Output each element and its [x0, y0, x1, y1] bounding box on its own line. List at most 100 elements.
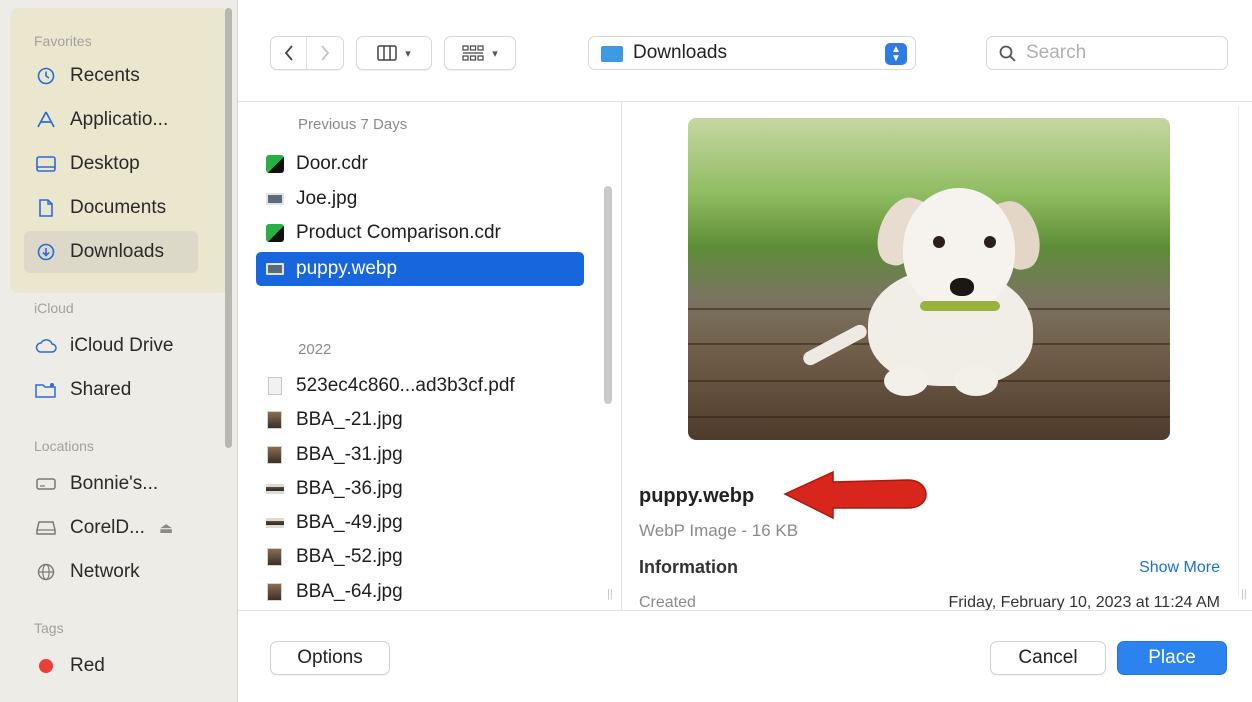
preview-filename: puppy.webp: [639, 485, 755, 507]
sidebar-item-computer[interactable]: Bonnie's...: [24, 463, 198, 505]
tags-heading: Tags: [34, 620, 64, 636]
sidebar-item-desktop[interactable]: Desktop: [24, 143, 198, 185]
file-name: Product Comparison.cdr: [296, 222, 501, 243]
up-down-chevron-icon: ▲ ▼: [885, 43, 907, 65]
file-item[interactable]: Door.cdr: [256, 148, 584, 180]
search-field[interactable]: [986, 36, 1228, 70]
sidebar-item-label: Bonnie's...: [70, 473, 159, 494]
sidebar-item-label: Recents: [70, 65, 140, 86]
clock-icon: [34, 67, 58, 85]
file-name: BBA_-64.jpg: [296, 581, 403, 602]
navigation-group: [270, 36, 344, 70]
sidebar-item-documents[interactable]: Documents: [24, 187, 198, 229]
file-name: puppy.webp: [296, 258, 398, 279]
sidebar-scrollbar[interactable]: [225, 8, 232, 448]
photo-thumbnail-icon: [267, 548, 282, 566]
file-name: BBA_-52.jpg: [296, 546, 403, 567]
preview-image: [688, 118, 1170, 440]
preview-kind-size: WebP Image - 16 KB: [639, 521, 799, 540]
photo-thumbnail-icon: [267, 583, 282, 601]
view-mode-group: ▾: [356, 36, 432, 70]
location-label: Downloads: [633, 42, 727, 63]
options-button[interactable]: Options: [270, 641, 390, 675]
folder-icon: [601, 46, 623, 62]
sidebar-item-tag-red[interactable]: Red: [24, 645, 198, 687]
grid-group-icon: [462, 45, 484, 61]
photo-thumbnail-icon: [267, 411, 282, 429]
cdr-file-icon: [266, 224, 284, 242]
group-heading-previous-7-days: Previous 7 Days: [298, 116, 408, 133]
file-item[interactable]: BBA_-21.jpg: [256, 404, 584, 436]
globe-icon: [34, 563, 58, 581]
file-name: Door.cdr: [296, 153, 368, 174]
sidebar-item-label: iCloud Drive: [70, 335, 174, 356]
file-name: 523ec4c860...ad3b3cf.pdf: [296, 375, 515, 396]
sidebar-item-label: Desktop: [70, 153, 140, 174]
back-button[interactable]: [271, 37, 307, 69]
sidebar-item-recents[interactable]: Recents: [24, 55, 198, 97]
file-item[interactable]: BBA_-49.jpg: [256, 507, 584, 539]
location-popup[interactable]: Downloads ▲ ▼: [588, 36, 916, 70]
image-file-icon: [266, 263, 284, 275]
chevron-down-icon: ▾: [405, 47, 411, 60]
divider: [238, 610, 1252, 611]
pdf-file-icon: [268, 377, 282, 395]
forward-button[interactable]: [307, 37, 343, 69]
file-item[interactable]: BBA_-52.jpg: [256, 541, 584, 573]
file-item[interactable]: 523ec4c860...ad3b3cf.pdf: [256, 370, 584, 402]
show-more-link[interactable]: Show More: [1139, 559, 1220, 577]
preview-pane: puppy.webp WebP Image - 16 KB Informatio…: [623, 102, 1252, 610]
sidebar-item-shared[interactable]: Shared: [24, 369, 198, 411]
sidebar-item-applications[interactable]: Applicatio...: [24, 99, 198, 141]
applications-icon: [34, 111, 58, 129]
cdr-file-icon: [266, 155, 284, 173]
information-heading: Information: [639, 557, 738, 577]
preview-scrollbar[interactable]: [1238, 106, 1246, 596]
cancel-button[interactable]: Cancel: [990, 641, 1106, 675]
file-item[interactable]: Product Comparison.cdr: [256, 217, 584, 249]
file-name: BBA_-36.jpg: [296, 478, 403, 499]
file-item[interactable]: BBA_-31.jpg: [256, 439, 584, 471]
icloud-heading: iCloud: [34, 300, 74, 316]
eject-icon[interactable]: ⏏: [159, 519, 173, 537]
column-view-button[interactable]: ▾: [357, 37, 431, 69]
file-item[interactable]: BBA_-36.jpg: [256, 473, 584, 505]
favorites-heading: Favorites: [34, 33, 92, 49]
file-item[interactable]: Joe.jpg: [256, 183, 584, 215]
cloud-icon: [34, 338, 58, 354]
file-name: BBA_-31.jpg: [296, 444, 403, 465]
chevron-right-icon: [321, 45, 330, 61]
sidebar-item-coreldraw-volume[interactable]: CorelD... ⏏: [24, 507, 198, 549]
file-list-column: Previous 7 Days Door.cdr Joe.jpg Product…: [238, 102, 622, 610]
computer-icon: [34, 477, 58, 491]
created-value: Friday, February 10, 2023 at 11:24 AM: [948, 594, 1220, 610]
image-file-icon: [266, 193, 284, 205]
file-item[interactable]: BBA_-64.jpg: [256, 576, 584, 608]
wide-photo-thumbnail-icon: [266, 518, 284, 528]
red-tag-dot-icon: [34, 659, 58, 673]
group-by-button[interactable]: ▾: [445, 37, 515, 69]
search-input[interactable]: [1026, 42, 1216, 64]
file-item-selected[interactable]: puppy.webp: [256, 252, 584, 286]
column-scrollbar[interactable]: [604, 186, 612, 404]
sidebar-item-icloud-drive[interactable]: iCloud Drive: [24, 325, 198, 367]
photo-thumbnail-icon: [267, 446, 282, 464]
group-heading-2022: 2022: [298, 341, 332, 358]
place-button[interactable]: Place: [1117, 641, 1227, 675]
sidebar-item-downloads[interactable]: Downloads: [24, 231, 198, 273]
created-label: Created: [639, 594, 696, 610]
document-icon: [34, 199, 58, 217]
preview-resize-handle[interactable]: ||: [1241, 588, 1247, 600]
shared-folder-icon: [34, 382, 58, 398]
annotation-arrow-icon: [783, 470, 927, 520]
sidebar-item-label: Network: [70, 561, 140, 582]
sidebar-item-network[interactable]: Network: [24, 551, 198, 593]
download-icon: [34, 243, 58, 261]
search-icon: [999, 45, 1016, 62]
sidebar-item-label: Downloads: [70, 241, 164, 262]
column-resize-handle[interactable]: ||: [607, 588, 613, 600]
sidebar-item-label: Documents: [70, 197, 167, 218]
desktop-icon: [34, 156, 58, 172]
drive-icon: [34, 520, 58, 536]
group-by-group: ▾: [444, 36, 516, 70]
